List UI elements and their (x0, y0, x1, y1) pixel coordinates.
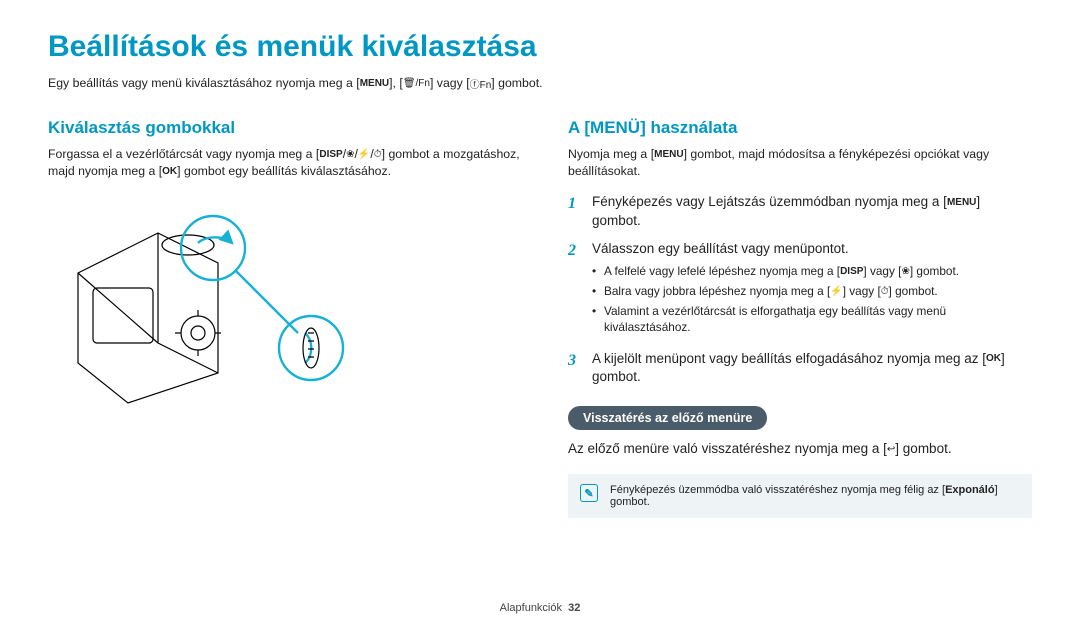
right-p1: Nyomja meg a [ (568, 147, 654, 161)
bullet-2: Balra vagy jobbra lépéshez nyomja meg a … (592, 284, 1032, 300)
flash-icon: ⚡ (358, 149, 370, 162)
bullet-3: Valamint a vezérlőtárcsát is elforgathat… (592, 304, 1032, 336)
intro-post: ] gombot. (491, 76, 542, 90)
note-bold: Exponáló (945, 484, 995, 496)
menu-icon: MENU (360, 77, 389, 90)
page-footer: Alapfunkciók 32 (0, 602, 1080, 614)
intro-text: Egy beállítás vagy menü kiválasztásához … (48, 76, 1032, 90)
trash-fn-icon: 🗑/Fn (403, 77, 430, 90)
step3-p1: A kijelölt menüpont vagy beállítás elfog… (592, 351, 986, 366)
step2-text: Válasszon egy beállítást vagy menüpontot… (592, 241, 849, 256)
left-column: Kiválasztás gombokkal Forgassa el a vezé… (48, 118, 538, 518)
steps-list: 1 Fényképezés vagy Lejátszás üzemmódban … (568, 193, 1032, 386)
step-1: 1 Fényképezés vagy Lejátszás üzemmódban … (568, 193, 1032, 229)
macro-icon: ❀ (901, 265, 909, 278)
back-heading-pill: Visszatérés az előző menüre (568, 406, 767, 430)
menu-icon: MENU (947, 196, 976, 209)
b2-p2: ] vagy [ (843, 284, 881, 298)
ok-icon: OK (162, 165, 177, 178)
back-body: Az előző menüre való visszatéréshez nyom… (568, 440, 1032, 458)
b2-p1: Balra vagy jobbra lépéshez nyomja meg a … (604, 284, 830, 298)
step1-p1: Fényképezés vagy Lejátszás üzemmódban ny… (592, 194, 947, 209)
step-number: 1 (568, 193, 582, 229)
left-p3: ] gombot egy beállítás kiválasztásához. (177, 164, 391, 178)
b1-p1: A felfelé vagy lefelé lépéshez nyomja me… (604, 264, 840, 278)
back-p2: ] gombot. (895, 441, 951, 456)
page-title: Beállítások és menük kiválasztása (48, 30, 1032, 64)
flash-icon: ⚡ (830, 285, 842, 298)
camera-illustration (48, 193, 348, 423)
step-2: 2 Válasszon egy beállítást vagy menüpont… (568, 240, 1032, 340)
ok-icon: OK (986, 353, 1001, 366)
b2-p3: ] gombot. (889, 284, 938, 298)
note-box: ✎ Fényképezés üzemmódba való visszatérés… (568, 474, 1032, 518)
disp-icon: DISP (840, 265, 863, 278)
right-heading: A [MENÜ] használata (568, 118, 1032, 138)
right-column: A [MENÜ] használata Nyomja meg a [MENU] … (568, 118, 1032, 518)
disp-icon: DISP (319, 149, 342, 162)
b1-p3: ] gombot. (910, 264, 959, 278)
note-text: Fényképezés üzemmódba való visszatéréshe… (610, 484, 1020, 508)
b1-p2: ] vagy [ (863, 264, 901, 278)
intro-pre: Egy beállítás vagy menü kiválasztásához … (48, 76, 360, 90)
fn-circle-icon: ⓕFn (470, 77, 492, 90)
bullet-1: A felfelé vagy lefelé lépéshez nyomja me… (592, 264, 1032, 280)
left-body: Forgassa el a vezérlőtárcsát vagy nyomja… (48, 146, 538, 179)
intro-mid1: ], [ (389, 76, 403, 90)
step2-bullets: A felfelé vagy lefelé lépéshez nyomja me… (592, 264, 1032, 336)
back-p1: Az előző menüre való visszatéréshez nyom… (568, 441, 887, 456)
left-heading: Kiválasztás gombokkal (48, 118, 538, 138)
macro-icon: ❀ (346, 149, 354, 162)
left-p1: Forgassa el a vezérlőtárcsát vagy nyomja… (48, 147, 319, 161)
footer-page: 32 (568, 602, 580, 614)
intro-mid2: ] vagy [ (430, 76, 470, 90)
footer-label: Alapfunkciók (500, 602, 562, 614)
step-number: 2 (568, 240, 582, 340)
step-3: 3 A kijelölt menüpont vagy beállítás elf… (568, 350, 1032, 386)
right-body: Nyomja meg a [MENU] gombot, majd módosít… (568, 146, 1032, 179)
timer-icon: ⏱ (881, 285, 889, 298)
menu-icon: MENU (654, 149, 683, 162)
note-p1: Fényképezés üzemmódba való visszatéréshe… (610, 484, 945, 496)
step-number: 3 (568, 350, 582, 386)
timer-icon: ⏱ (374, 149, 382, 162)
note-icon: ✎ (580, 484, 598, 502)
